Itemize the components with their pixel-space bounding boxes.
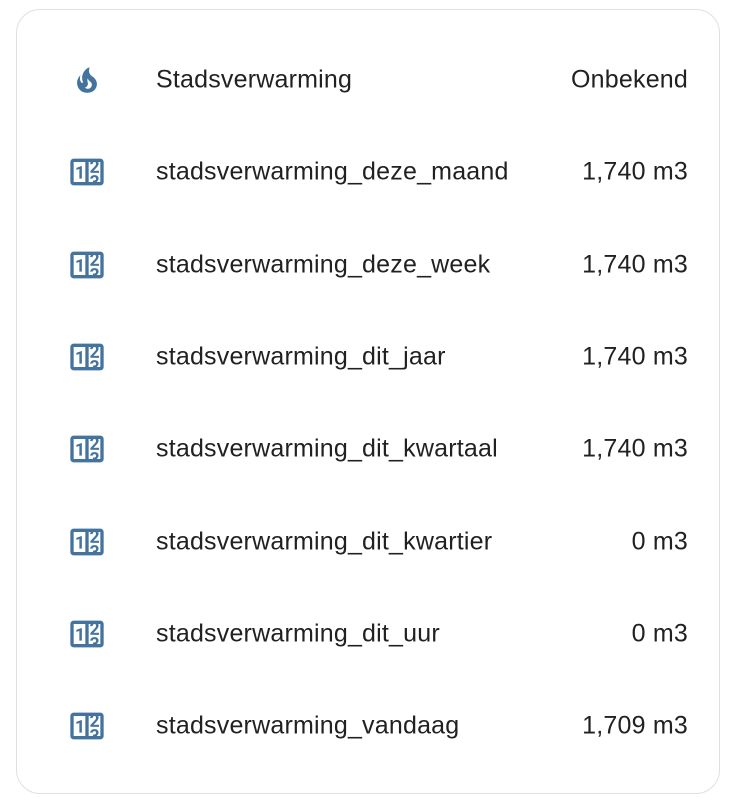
entity-state: 1,740 m3: [582, 157, 688, 186]
entity-state: 1,740 m3: [582, 342, 688, 371]
entity-name: Stadsverwarming: [156, 65, 353, 94]
entity-state: Onbekend: [571, 65, 688, 94]
entity-name: stadsverwarming_deze_week: [156, 250, 491, 279]
entity-row-deze-maand[interactable]: stadsverwarming_deze_maand 1,740 m3: [17, 126, 719, 218]
entity-row-stadsverwarming[interactable]: Stadsverwarming Onbekend: [17, 34, 719, 126]
entity-name: stadsverwarming_dit_jaar: [156, 342, 446, 371]
entity-state: 1,740 m3: [582, 434, 688, 463]
entity-state: 1,740 m3: [582, 250, 688, 279]
entity-name: stadsverwarming_dit_kwartier: [156, 527, 493, 556]
entity-state: 0 m3: [631, 619, 688, 648]
entity-name: stadsverwarming_vandaag: [156, 711, 460, 740]
counter-icon: [67, 429, 107, 469]
entity-state: 0 m3: [631, 527, 688, 556]
counter-icon: [67, 337, 107, 377]
entity-row-deze-week[interactable]: stadsverwarming_deze_week 1,740 m3: [17, 219, 719, 311]
counter-icon: [67, 152, 107, 192]
counter-icon: [67, 614, 107, 654]
entity-row-dit-kwartaal[interactable]: stadsverwarming_dit_kwartaal 1,740 m3: [17, 403, 719, 495]
entity-row-dit-jaar[interactable]: stadsverwarming_dit_jaar 1,740 m3: [17, 311, 719, 403]
entity-row-vandaag[interactable]: stadsverwarming_vandaag 1,709 m3: [17, 680, 719, 772]
entity-name: stadsverwarming_dit_uur: [156, 619, 440, 648]
entity-name: stadsverwarming_dit_kwartaal: [156, 434, 498, 463]
counter-icon: [67, 245, 107, 285]
entity-row-dit-uur[interactable]: stadsverwarming_dit_uur 0 m3: [17, 588, 719, 680]
entity-name: stadsverwarming_deze_maand: [156, 157, 509, 186]
counter-icon: [67, 522, 107, 562]
entity-list: Stadsverwarming Onbekend stadsverwarming…: [17, 34, 719, 772]
entity-row-dit-kwartier[interactable]: stadsverwarming_dit_kwartier 0 m3: [17, 495, 719, 587]
counter-icon: [67, 706, 107, 746]
fire-icon: [67, 60, 107, 100]
entities-card: Stadsverwarming Onbekend stadsverwarming…: [16, 9, 720, 794]
entity-state: 1,709 m3: [582, 711, 688, 740]
